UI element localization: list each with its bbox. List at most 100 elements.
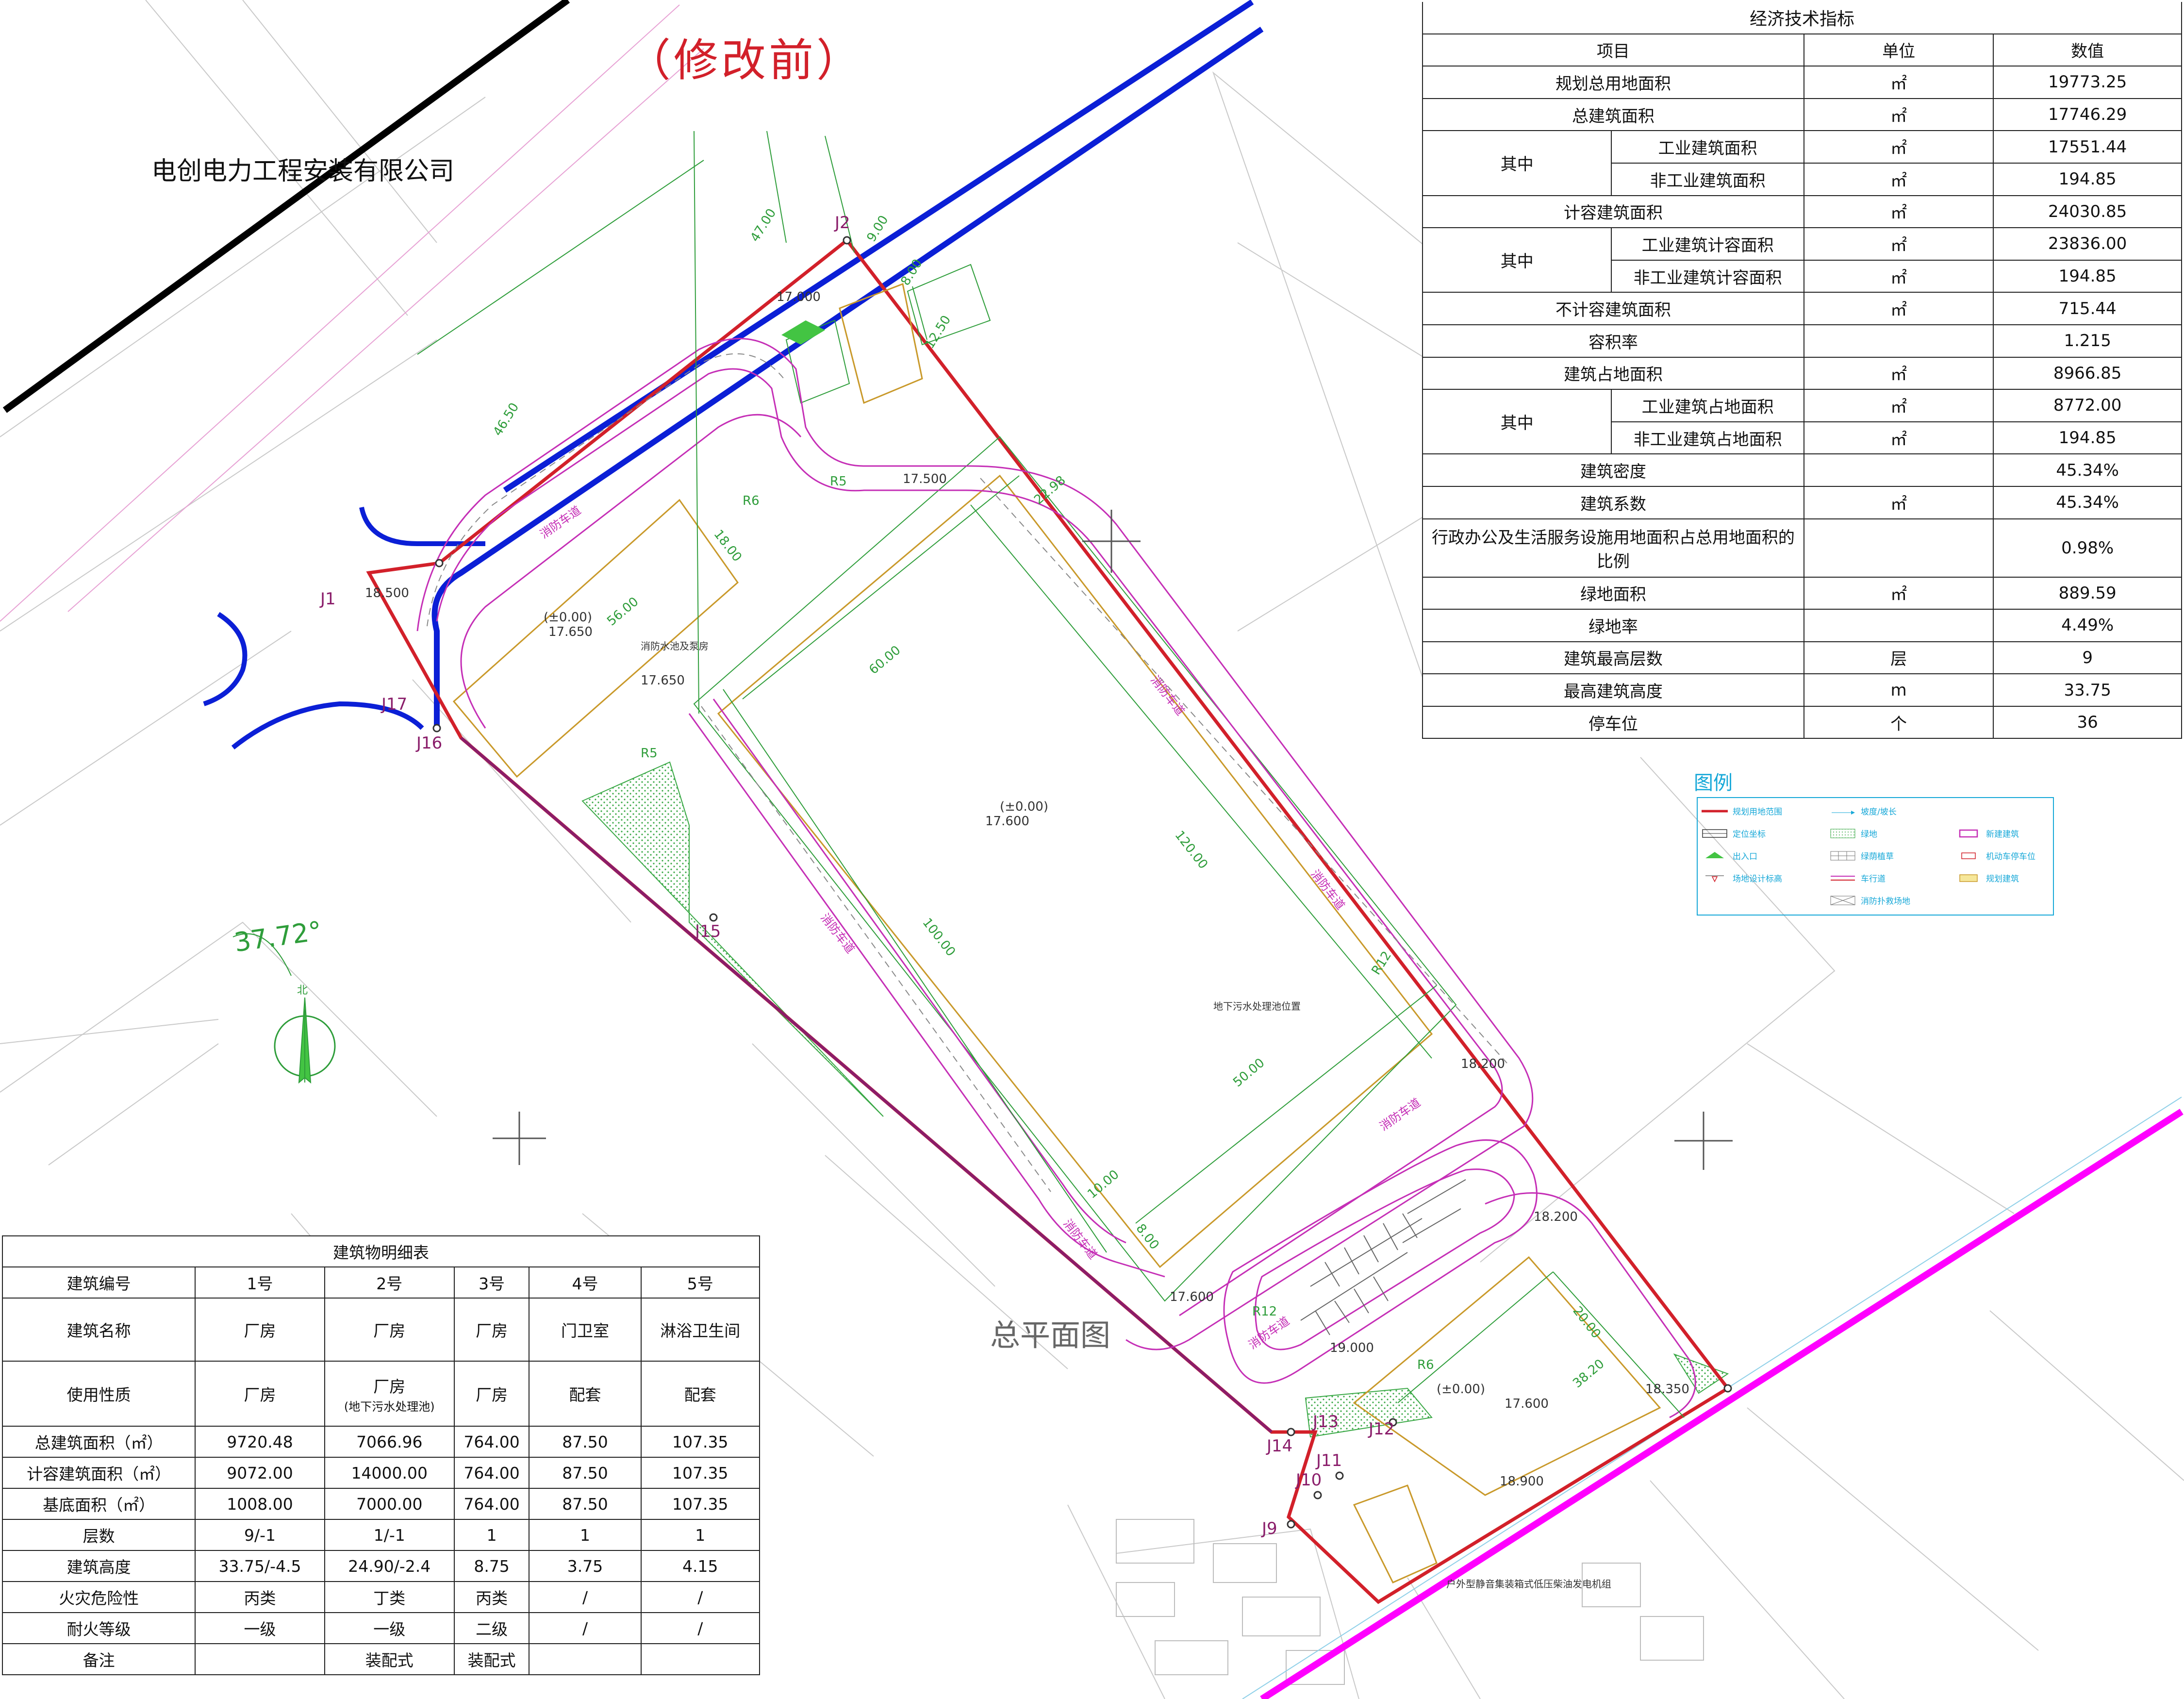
entrance-arrow <box>781 320 825 345</box>
cell: 厂房 <box>453 1298 530 1362</box>
legend-box: 规划用地范围 定位坐标 出入口 场地设计标高 坡度/坡长 绿地 绿荫植草 车行道… <box>1697 797 2054 916</box>
cell: 764.00 <box>453 1488 530 1520</box>
elevation-label: 18.900 <box>1500 1474 1544 1489</box>
coordinate-icon <box>1702 829 1727 838</box>
row-label: 计容建筑面积（㎡） <box>1 1457 196 1489</box>
cell: 87.50 <box>529 1426 642 1458</box>
group-label: 其中 <box>1422 227 1612 293</box>
point-label: J10 <box>1295 1470 1322 1490</box>
pink-grid-lines <box>0 4 704 622</box>
row-unit: ㎡ <box>1803 259 1994 293</box>
dimension-label: R5 <box>641 746 658 761</box>
table-row: 行政办公及生活服务设施用地面积占总用地面积的比例 0.98% <box>1422 518 2182 578</box>
row-label: 绿地率 <box>1422 609 1804 642</box>
row-unit: ㎡ <box>1803 356 1994 390</box>
cell: / <box>640 1581 761 1613</box>
neighbor-company-label: 电创电力工程安装有限公司 <box>151 157 455 186</box>
header-value: 数值 <box>1993 33 2182 67</box>
cell: 1号 <box>195 1266 325 1299</box>
cell: 1008.00 <box>195 1488 325 1520</box>
table-row: 其中 工业建筑占地面积㎡ 8772.00 <box>1422 389 2182 455</box>
elevation-label: 18.200 <box>1461 1057 1505 1071</box>
point-label: J17 <box>381 695 407 714</box>
table-row: 建筑编号 1号 2号 3号 4号 5号 <box>1 1266 761 1299</box>
plan-title: 总平面图 <box>990 1317 1111 1353</box>
fire-lanes-dashed <box>427 353 1507 1192</box>
table-row: 其中 工业建筑面积㎡ 17551.44 <box>1422 130 2182 196</box>
row-unit: m <box>1803 673 1994 707</box>
cell: 9072.00 <box>195 1457 325 1489</box>
cell: 1/-1 <box>324 1519 455 1551</box>
dimension-label: 18.00 <box>711 527 744 565</box>
legend-label: 出入口 <box>1733 852 1757 862</box>
cell: 8.75 <box>453 1550 530 1582</box>
table-row: 其中 工业建筑计容面积㎡ 23836.00 <box>1422 227 2182 293</box>
elevation-label: 17.500 <box>903 472 947 486</box>
legend-label: 绿地 <box>1861 830 1877 839</box>
dimension-label: R6 <box>743 494 760 508</box>
elevation-label: 17.000 <box>777 290 821 304</box>
cell: 9/-1 <box>195 1519 325 1551</box>
row-label: 基底面积（㎡） <box>1 1488 196 1520</box>
table-row: 建筑密度 45.34% <box>1422 453 2182 487</box>
row-unit: 层 <box>1803 641 1994 675</box>
table-row: 最高建筑高度 m 33.75 <box>1422 673 2182 707</box>
dimension-label: R12 <box>1252 1304 1277 1319</box>
row-value: 24030.85 <box>1993 195 2182 229</box>
cell: / <box>529 1612 642 1644</box>
elevation-label: (±0.00) <box>544 610 592 625</box>
table-row: 规划总用地面积㎡ 19773.25 <box>1422 66 2182 99</box>
point-label: J12 <box>1368 1419 1394 1439</box>
cell: 厂房 <box>453 1361 530 1427</box>
row-unit: ㎡ <box>1803 389 1994 422</box>
annotation-label: 消防水池及泵房 <box>641 640 709 652</box>
dimension-label: 50.00 <box>1230 1056 1267 1090</box>
row-value: 194.85 <box>1993 162 2182 196</box>
dimension-label: R6 <box>1417 1358 1434 1372</box>
elevation-label: (±0.00) <box>1000 800 1048 814</box>
table-row: 总建筑面积（㎡） 9720.48 7066.96 764.00 87.50 10… <box>1 1426 761 1458</box>
legend-label: 绿荫植草 <box>1861 852 1894 862</box>
table-row: 计容建筑面积㎡ 24030.85 <box>1422 195 2182 229</box>
elevation-label: 17.650 <box>641 673 685 688</box>
cell: 3号 <box>453 1266 530 1299</box>
cell: 9720.48 <box>195 1426 325 1458</box>
point-label: J11 <box>1315 1451 1342 1470</box>
row-label: 总建筑面积（㎡） <box>1 1426 196 1458</box>
row-unit: ㎡ <box>1803 162 1994 196</box>
legend-item-new-building: 新建建筑 <box>1955 827 2019 839</box>
row-label: 非工业建筑计容面积 <box>1611 259 1804 293</box>
dimension-label: 47.00 <box>747 206 779 245</box>
header-unit: 单位 <box>1803 33 1994 67</box>
legend-item-green: 绿地 <box>1830 827 1877 839</box>
cell: 装配式 <box>453 1643 530 1675</box>
row-value: 194.85 <box>1993 421 2182 455</box>
cell: 764.00 <box>453 1457 530 1489</box>
elevation-label: 17.600 <box>1505 1397 1549 1411</box>
elevation-label: 17.650 <box>548 625 593 639</box>
road-label: 消防车道 <box>818 911 857 956</box>
legend-item-fire-area: 消防扑救场地 <box>1830 894 1910 906</box>
row-unit: ㎡ <box>1803 485 1994 519</box>
row-unit: ㎡ <box>1803 195 1994 229</box>
row-label: 建筑系数 <box>1422 485 1804 519</box>
annotation-label: 户外型静音集装箱式低压柴油发电机组 <box>1446 1578 1611 1590</box>
point-label: J13 <box>1312 1412 1339 1432</box>
table-row: 绿地率 4.49% <box>1422 609 2182 642</box>
cell: 厂房 (地下污水处理池) <box>324 1361 455 1427</box>
cell: 33.75/-4.5 <box>195 1550 325 1582</box>
cell: 丁类 <box>324 1581 455 1613</box>
point-label: J16 <box>415 733 442 753</box>
cell: 淋浴卫生间 <box>640 1298 761 1362</box>
legend: 图例 规划用地范围 定位坐标 出入口 场地设计标高 坡度/坡长 绿地 绿荫植草 <box>1694 768 2054 922</box>
legend-label: 规划用地范围 <box>1733 807 1782 817</box>
row-value: 0.98% <box>1993 518 2182 578</box>
dimension-label: 60.00 <box>866 643 903 678</box>
row-value: 19773.25 <box>1993 66 2182 99</box>
railway-line <box>2 0 570 413</box>
group-label: 其中 <box>1422 389 1612 455</box>
legend-label: 消防扑救场地 <box>1861 897 1910 906</box>
row-label: 规划总用地面积 <box>1422 66 1804 99</box>
row-label: 最高建筑高度 <box>1422 673 1804 707</box>
annotation-label: 地下污水处理池位置 <box>1213 1000 1301 1012</box>
